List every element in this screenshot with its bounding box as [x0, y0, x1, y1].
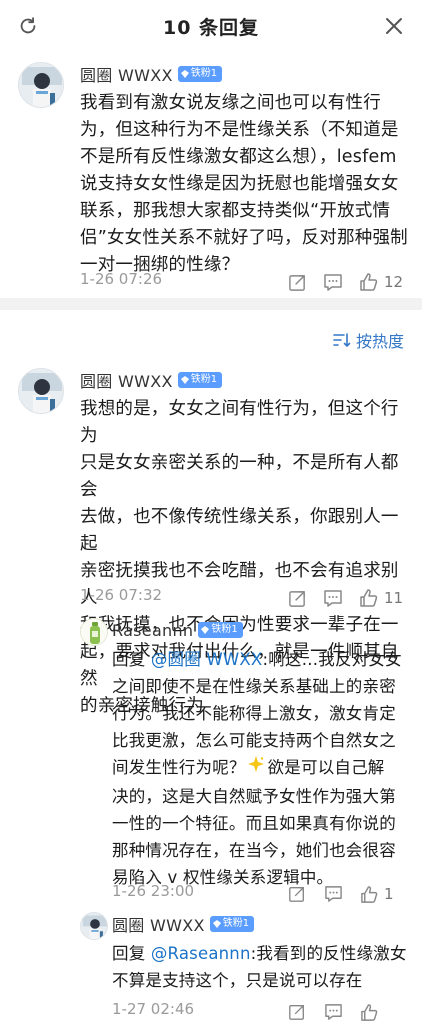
- text-line: 间发生性行为呢？ 欲是可以自己解: [112, 754, 418, 783]
- text-line: 不是所有反性缘激女都这么想），lesfem: [80, 147, 397, 167]
- like-icon[interactable]: [356, 270, 382, 294]
- reply-text: 回复 @圆圈 WWXX:啊这…我反对女女 之间即使不是在性缘关系基础上的亲密 行…: [112, 646, 418, 891]
- share-icon[interactable]: [284, 270, 310, 294]
- fan-badge: 铁粉1: [198, 622, 243, 638]
- diamond-icon: [212, 920, 221, 928]
- like-count: 11: [384, 589, 404, 607]
- text-line: 去做，也不像传统性缘关系，你跟别人一起: [80, 507, 399, 554]
- author-name[interactable]: 圆圈 WWXX: [112, 912, 205, 936]
- timestamp: 1-26 07:26: [80, 270, 163, 288]
- sub-reply-thread: Raseannn 铁粉1 回复 @圆圈 WWXX:啊这…我反对女女 之间即使不是…: [80, 614, 422, 1024]
- text-line: 只是女女亲密关系的一种，不是所有人都会: [80, 453, 399, 500]
- sort-label: 按热度: [355, 332, 404, 351]
- badge-label: 铁粉1: [211, 624, 238, 635]
- text-segment: :我看到的反性缘激女: [250, 944, 407, 963]
- like-count: 1: [384, 885, 394, 903]
- comment-icon[interactable]: [320, 882, 346, 906]
- text-line: 比我更激，怎么可能支持两个自然女之: [112, 731, 396, 750]
- avatar[interactable]: [18, 62, 64, 108]
- author-name[interactable]: Raseannn: [112, 621, 193, 640]
- comment-icon[interactable]: [320, 586, 346, 610]
- fan-badge: 铁粉1: [177, 372, 223, 388]
- mention-link[interactable]: @圆圈 WWXX: [151, 650, 263, 669]
- page-title: 10 条回复: [162, 16, 260, 39]
- text-line: 之间即使不是在性缘关系基础上的亲密: [112, 677, 396, 696]
- author-name[interactable]: 圆圈 WWXX: [80, 368, 173, 392]
- like-count: 12: [384, 273, 404, 291]
- reply-prefix: 回复: [112, 650, 151, 669]
- comment-icon[interactable]: [320, 270, 346, 294]
- text-line: 为，但这种行为不是性缘关系（不知道是: [80, 120, 399, 140]
- author-name[interactable]: 圆圈 WWXX: [80, 62, 173, 86]
- text-segment: 间发生性行为呢？: [112, 758, 246, 777]
- text-segment: :啊这…我反对女女: [262, 650, 402, 669]
- like-icon[interactable]: [356, 882, 382, 906]
- fan-badge: 铁粉1: [209, 916, 255, 932]
- share-icon[interactable]: [284, 1000, 310, 1024]
- badge-label: 铁粉1: [222, 918, 250, 929]
- close-icon[interactable]: [380, 12, 408, 40]
- reply-prefix: 回复: [112, 944, 151, 963]
- section-divider: [0, 298, 422, 310]
- mention-link[interactable]: @Raseannn: [151, 944, 251, 963]
- text-line: 行为。我还不能称得上激女，激女肯定: [112, 704, 396, 723]
- main-comment: 圆圈 WWXX 铁粉1 我看到有激女说友缘之间也可以有性行 为，但这种行为不是性…: [0, 52, 422, 298]
- like-icon[interactable]: [356, 1000, 382, 1024]
- avatar[interactable]: [18, 368, 64, 414]
- diamond-icon: [201, 626, 210, 634]
- timestamp: 1-26 23:00: [112, 882, 195, 900]
- text-segment: 欲是可以自己解: [267, 758, 385, 777]
- share-icon[interactable]: [284, 586, 310, 610]
- fan-badge: 铁粉1: [177, 66, 223, 82]
- text-line: 说支持女女性缘是因为抚慰也能增强女女: [80, 174, 399, 194]
- text-line: 侣”女女性关系不就好了吗，反对那种强制: [80, 228, 408, 248]
- header-bar: 10 条回复: [0, 0, 422, 52]
- text-line: 回复 @圆圈 WWXX:啊这…我反对女女: [112, 646, 418, 673]
- comment-icon[interactable]: [320, 1000, 346, 1024]
- text-line: 我看到有激女说友缘之间也可以有性行: [80, 93, 381, 113]
- text-line: 不算是支持这个，只是说可以存在: [112, 971, 363, 990]
- refresh-icon[interactable]: [14, 12, 42, 40]
- comment-text: 我看到有激女说友缘之间也可以有性行 为，但这种行为不是性缘关系（不知道是 不是所…: [80, 90, 412, 279]
- sort-by-hot-button[interactable]: 按热度: [333, 328, 404, 352]
- avatar[interactable]: [80, 912, 108, 940]
- badge-label: 铁粉1: [190, 68, 218, 79]
- timestamp: 1-26 07:32: [80, 586, 163, 604]
- text-line: 一性的一个特征。而且如果真有你说的: [112, 813, 396, 833]
- like-icon[interactable]: [356, 586, 382, 610]
- sort-icon: [333, 333, 351, 348]
- avatar[interactable]: [80, 618, 108, 646]
- text-line: 联系，那我想大家都支持类似“开放式情: [80, 201, 391, 221]
- comment-thread-page: 10 条回复 圆圈 WWXX 铁粉1 我看到有激女说友缘之间也可以有性行 为，但…: [0, 0, 422, 1024]
- text-line: 决的，这是大自然赋予女性作为强大第: [112, 786, 396, 806]
- diamond-icon: [180, 70, 189, 78]
- diamond-icon: [180, 376, 189, 384]
- timestamp: 1-27 02:46: [112, 1000, 195, 1018]
- reply-text: 回复 @Raseannn:我看到的反性缘激女 不算是支持这个，只是说可以存在: [112, 940, 418, 994]
- share-icon[interactable]: [284, 882, 310, 906]
- reply-comment: 圆圈 WWXX 铁粉1 我想的是，女女之间有性行为，但这个行为 只是女女亲密关系…: [0, 362, 422, 716]
- text-line: 我想的是，女女之间有性行为，但这个行为: [80, 399, 399, 446]
- sparkle-emoji-icon: [246, 755, 268, 783]
- text-line: 回复 @Raseannn:我看到的反性缘激女: [112, 940, 418, 967]
- badge-label: 铁粉1: [190, 374, 218, 385]
- text-line: 那种情况存在，在当今，她们也会很容: [112, 840, 396, 860]
